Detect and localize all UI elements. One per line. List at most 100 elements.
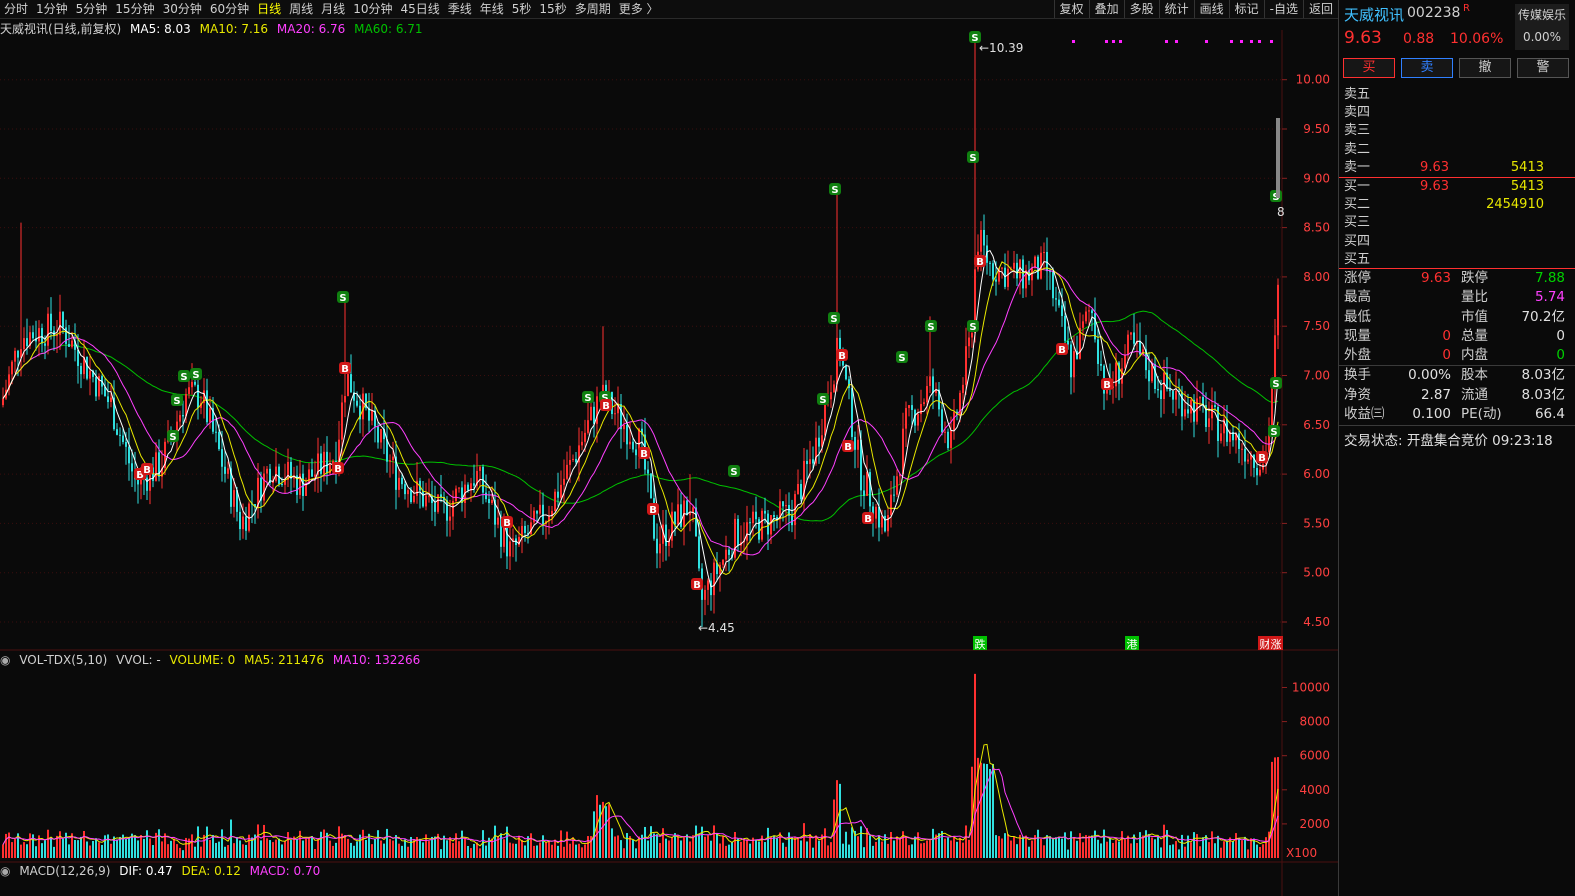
candle-body: [242, 516, 244, 530]
sell-button[interactable]: 卖: [1401, 58, 1453, 78]
volume-bar: [134, 835, 136, 858]
period-tab-15[interactable]: 多周期: [571, 0, 615, 18]
vol-dropdown-icon[interactable]: ◉: [0, 653, 10, 667]
stats-row: 外盘 0 内盘 0: [1339, 346, 1575, 365]
volume-bar: [1001, 838, 1003, 858]
book-row[interactable]: 买一 9.63 5413: [1339, 178, 1575, 196]
volume-bar: [332, 845, 334, 858]
candle-body: [770, 515, 772, 535]
volume-bar: [698, 833, 700, 858]
volume-bar: [965, 825, 967, 858]
stock-name[interactable]: 天威视讯: [1344, 4, 1404, 25]
kline-chart[interactable]: SSSSSSSSSSSSSSSSSSSBBBBBBBBBBBBBBBB←10.3…: [0, 0, 1338, 896]
candle-body: [980, 229, 982, 252]
book-row[interactable]: 卖一 9.63 5413: [1339, 159, 1575, 177]
volume-bar: [1016, 844, 1018, 858]
volume-bar: [932, 828, 934, 858]
volume-bar: [479, 848, 481, 858]
vol-tick-label: 10000: [1292, 681, 1330, 695]
margin-flag: R: [1463, 3, 1470, 14]
period-tab-1[interactable]: 1分钟: [32, 0, 72, 18]
period-tab-6[interactable]: 日线: [253, 0, 285, 18]
period-tab-0[interactable]: 分时: [0, 0, 32, 18]
volume-bar: [905, 836, 907, 858]
book-row[interactable]: 卖三: [1339, 122, 1575, 140]
period-tab-10[interactable]: 45日线: [396, 0, 443, 18]
toolbar-action-0[interactable]: 复权: [1053, 0, 1089, 18]
buy-signal-text: B: [334, 464, 342, 475]
volume-bar: [869, 835, 871, 858]
volume-bar: [1241, 840, 1243, 858]
period-tab-8[interactable]: 月线: [317, 0, 349, 18]
period-tab-14[interactable]: 15秒: [535, 0, 570, 18]
period-tab-9[interactable]: 10分钟: [349, 0, 396, 18]
period-tab-4[interactable]: 30分钟: [159, 0, 206, 18]
volume-bar: [1205, 835, 1207, 858]
book-row[interactable]: 卖四: [1339, 104, 1575, 122]
volume-bar: [506, 826, 508, 858]
period-tab-7[interactable]: 周线: [285, 0, 317, 18]
volume-bar: [701, 826, 703, 858]
volume-bar: [995, 835, 997, 858]
volume-bar: [1046, 835, 1048, 858]
candle-body: [800, 484, 802, 500]
candle-body: [626, 424, 628, 445]
candle-body: [245, 516, 247, 531]
candle-body: [485, 492, 487, 500]
book-row[interactable]: 买三: [1339, 214, 1575, 232]
volume-bar: [206, 826, 208, 858]
volume-bar: [980, 762, 982, 858]
volume-bar: [827, 845, 829, 858]
period-tab-5[interactable]: 60分钟: [206, 0, 253, 18]
candle-body: [659, 543, 661, 554]
buy-button[interactable]: 买: [1343, 58, 1395, 78]
period-tab-12[interactable]: 年线: [476, 0, 508, 18]
book-row[interactable]: 买二 2454910: [1339, 196, 1575, 214]
macd-dropdown-icon[interactable]: ◉: [0, 864, 10, 878]
cancel-button[interactable]: 撤: [1459, 58, 1511, 78]
volume-bar: [458, 841, 460, 858]
toolbar-action-4[interactable]: 画线: [1193, 0, 1229, 18]
candle-body: [965, 346, 967, 385]
buy-signal-text: B: [143, 465, 151, 476]
candle-body: [791, 515, 793, 526]
vol-tick-label: 6000: [1299, 749, 1330, 763]
sector-box[interactable]: 传媒娱乐 0.00%: [1515, 4, 1569, 50]
candle-body: [26, 338, 28, 346]
book-row[interactable]: 买四: [1339, 233, 1575, 251]
sell-signal-text: S: [173, 396, 180, 407]
volume-bar: [503, 839, 505, 858]
volume-bar: [161, 841, 163, 858]
volume-bar: [956, 841, 958, 858]
volume-bar: [710, 840, 712, 858]
volume-bar: [803, 823, 805, 858]
alert-button[interactable]: 警: [1517, 58, 1569, 78]
candle-body: [725, 549, 727, 560]
candle-body: [593, 406, 595, 424]
period-tab-16[interactable]: 更多 〉: [615, 0, 663, 18]
toolbar-action-1[interactable]: 叠加: [1088, 0, 1124, 18]
volume-bar: [998, 836, 1000, 858]
volume-bar: [764, 842, 766, 858]
toolbar-action-3[interactable]: 统计: [1158, 0, 1194, 18]
toolbar-action-7[interactable]: 返回: [1302, 0, 1338, 18]
volume-bar: [1226, 840, 1228, 858]
book-row[interactable]: 卖二: [1339, 141, 1575, 159]
toolbar-action-6[interactable]: -自选: [1263, 0, 1303, 18]
volume-bar: [560, 830, 562, 858]
volume-bar: [1220, 847, 1222, 858]
volume-bar: [608, 804, 610, 858]
toolbar-action-5[interactable]: 标记: [1228, 0, 1264, 18]
candle-body: [1154, 363, 1156, 389]
period-tab-2[interactable]: 5分钟: [72, 0, 112, 18]
book-row[interactable]: 买五: [1339, 251, 1575, 269]
candle-body: [59, 311, 61, 336]
toolbar-action-2[interactable]: 多股: [1123, 0, 1159, 18]
volume-bar: [110, 843, 112, 858]
period-tab-13[interactable]: 5秒: [508, 0, 536, 18]
candle-body: [590, 406, 592, 421]
period-tab-11[interactable]: 季线: [444, 0, 476, 18]
book-row[interactable]: 卖五: [1339, 86, 1575, 104]
period-tab-3[interactable]: 15分钟: [111, 0, 158, 18]
volume-bar: [614, 836, 616, 858]
